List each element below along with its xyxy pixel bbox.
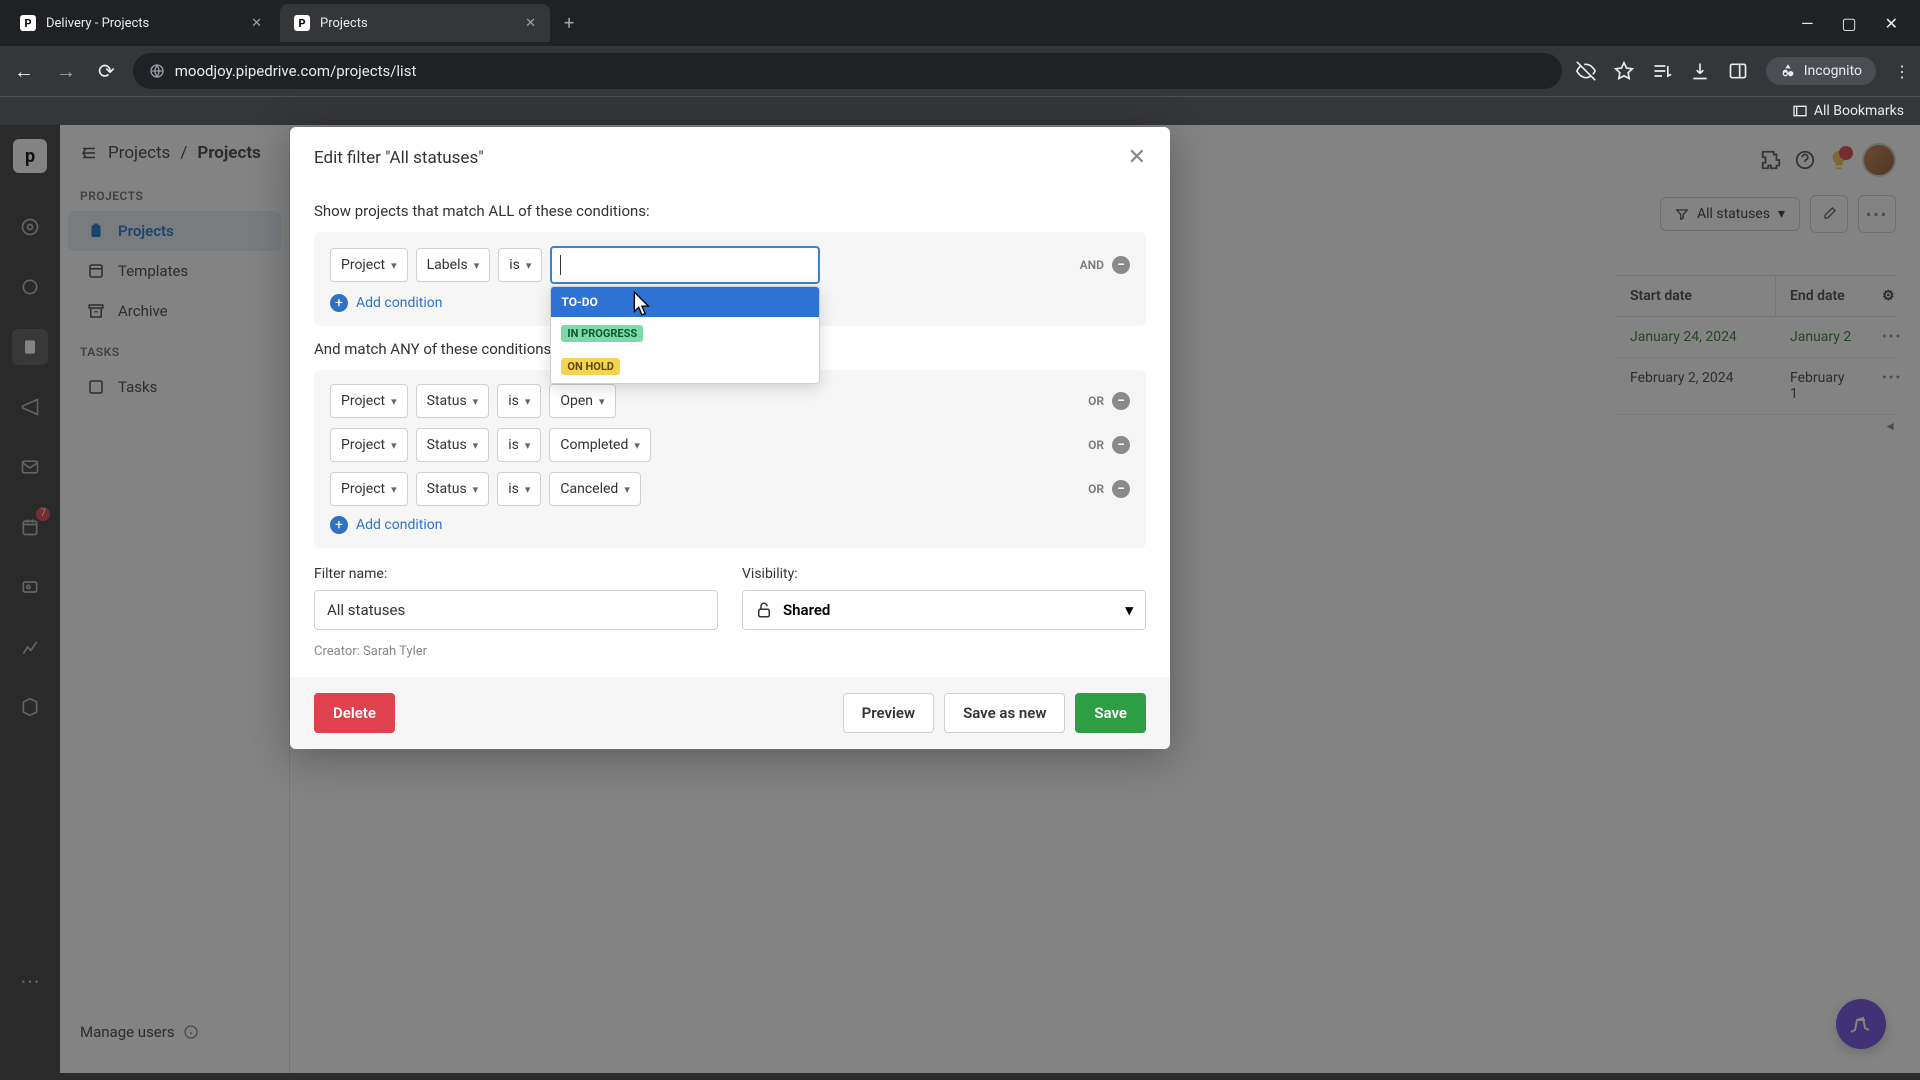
- close-window-icon[interactable]: ✕: [1885, 14, 1898, 33]
- operator-select[interactable]: is▾: [497, 428, 541, 462]
- value-select[interactable]: Open▾: [549, 384, 615, 418]
- filter-name-label: Filter name:: [314, 566, 718, 582]
- or-label: OR: [1088, 438, 1104, 452]
- all-bookmarks-button[interactable]: All Bookmarks: [1792, 103, 1904, 119]
- back-icon[interactable]: ←: [10, 55, 38, 88]
- remove-condition-icon[interactable]: −: [1112, 480, 1130, 498]
- unlock-icon: [755, 601, 773, 619]
- field-select[interactable]: Project▾: [330, 248, 408, 282]
- app: p 7 ⋯ Projects / Projects PROJECTS Proje…: [0, 125, 1920, 1073]
- bookmarks-bar: All Bookmarks: [0, 96, 1920, 125]
- forward-icon[interactable]: →: [52, 55, 80, 88]
- tab-title: Delivery - Projects: [46, 16, 149, 31]
- site-info-icon[interactable]: [149, 63, 165, 79]
- field-select[interactable]: Project▾: [330, 472, 408, 506]
- any-conditions-group: Project▾ Status▾ is▾ Open▾ OR− Project▾ …: [314, 370, 1146, 548]
- dropdown-option[interactable]: TO-DO: [551, 287, 819, 317]
- menu-icon[interactable]: ⋮: [1894, 62, 1910, 81]
- preview-button[interactable]: Preview: [843, 693, 934, 733]
- minimize-icon[interactable]: —: [1801, 14, 1814, 33]
- tab-bar: P Delivery - Projects ✕ P Projects ✕ + —…: [0, 0, 1920, 46]
- condition-row: Project▾ Status▾ is▾ Completed▾ OR−: [330, 428, 1130, 462]
- creator-label: Creator: Sarah Tyler: [314, 644, 1146, 659]
- browser-tab[interactable]: P Delivery - Projects ✕: [6, 4, 276, 42]
- dropdown-option[interactable]: IN PROGRESS: [551, 317, 819, 350]
- incognito-label: Incognito: [1804, 63, 1862, 79]
- tab-title: Projects: [320, 16, 368, 31]
- close-icon[interactable]: ✕: [1128, 145, 1146, 170]
- address-bar: ← → ⟳ moodjoy.pipedrive.com/projects/lis…: [0, 46, 1920, 96]
- value-select[interactable]: Canceled▾: [549, 472, 640, 506]
- chevron-down-icon: ▾: [1125, 601, 1133, 619]
- add-condition-button[interactable]: +Add condition: [330, 516, 1130, 534]
- eye-off-icon[interactable]: [1576, 61, 1596, 81]
- or-label: OR: [1088, 394, 1104, 408]
- attribute-select[interactable]: Labels▾: [416, 248, 491, 282]
- filter-name-input[interactable]: [314, 590, 718, 630]
- remove-condition-icon[interactable]: −: [1112, 436, 1130, 454]
- operator-select[interactable]: is▾: [498, 248, 542, 282]
- operator-select[interactable]: is▾: [497, 472, 541, 506]
- incognito-badge[interactable]: Incognito: [1766, 57, 1876, 85]
- operator-select[interactable]: is▾: [497, 384, 541, 418]
- window-controls: — ▢ ✕: [1801, 14, 1914, 33]
- maximize-icon[interactable]: ▢: [1841, 14, 1856, 33]
- label-dropdown: TO-DO IN PROGRESS ON HOLD: [550, 286, 820, 384]
- or-label: OR: [1088, 482, 1104, 496]
- modal-backdrop[interactable]: Edit filter "All statuses" ✕ Show projec…: [0, 125, 1920, 1073]
- all-conditions-label: Show projects that match ALL of these co…: [314, 202, 1146, 220]
- close-icon[interactable]: ✕: [525, 16, 536, 31]
- new-tab-button[interactable]: +: [554, 13, 584, 34]
- condition-row: Project▾ Labels▾ is▾ TO-DO IN PROGRESS O…: [330, 246, 1130, 284]
- modal-header: Edit filter "All statuses" ✕: [290, 127, 1170, 188]
- sidepanel-icon[interactable]: [1728, 61, 1748, 81]
- remove-condition-icon[interactable]: −: [1112, 256, 1130, 274]
- condition-row: Project▾ Status▾ is▾ Canceled▾ OR−: [330, 472, 1130, 506]
- condition-row: Project▾ Status▾ is▾ Open▾ OR−: [330, 384, 1130, 418]
- toolbar-icons: Incognito ⋮: [1576, 57, 1910, 85]
- edit-filter-modal: Edit filter "All statuses" ✕ Show projec…: [290, 127, 1170, 749]
- field-select[interactable]: Project▾: [330, 428, 408, 462]
- attribute-select[interactable]: Status▾: [416, 384, 490, 418]
- reload-icon[interactable]: ⟳: [94, 55, 119, 87]
- close-icon[interactable]: ✕: [251, 16, 262, 31]
- and-label: AND: [1080, 258, 1104, 272]
- attribute-select[interactable]: Status▾: [416, 428, 490, 462]
- attribute-select[interactable]: Status▾: [416, 472, 490, 506]
- download-icon[interactable]: [1690, 61, 1710, 81]
- save-button[interactable]: Save: [1075, 693, 1146, 733]
- save-as-new-button[interactable]: Save as new: [944, 693, 1065, 733]
- dropdown-option[interactable]: ON HOLD: [551, 350, 819, 383]
- modal-footer: Delete Preview Save as new Save: [290, 677, 1170, 749]
- url-text: moodjoy.pipedrive.com/projects/list: [175, 62, 417, 80]
- browser-chrome: P Delivery - Projects ✕ P Projects ✕ + —…: [0, 0, 1920, 125]
- field-select[interactable]: Project▾: [330, 384, 408, 418]
- delete-button[interactable]: Delete: [314, 693, 395, 733]
- value-select[interactable]: Completed▾: [549, 428, 651, 462]
- remove-condition-icon[interactable]: −: [1112, 392, 1130, 410]
- browser-tab[interactable]: P Projects ✕: [280, 4, 550, 42]
- all-conditions-group: Project▾ Labels▾ is▾ TO-DO IN PROGRESS O…: [314, 232, 1146, 326]
- star-icon[interactable]: [1614, 61, 1634, 81]
- url-input[interactable]: moodjoy.pipedrive.com/projects/list: [133, 53, 1562, 89]
- visibility-label: Visibility:: [742, 566, 1146, 582]
- playlist-icon[interactable]: [1652, 61, 1672, 81]
- modal-title: Edit filter "All statuses": [314, 148, 484, 168]
- favicon: P: [294, 15, 310, 31]
- favicon: P: [20, 15, 36, 31]
- value-input[interactable]: [550, 246, 820, 284]
- visibility-select[interactable]: Shared ▾: [742, 590, 1146, 630]
